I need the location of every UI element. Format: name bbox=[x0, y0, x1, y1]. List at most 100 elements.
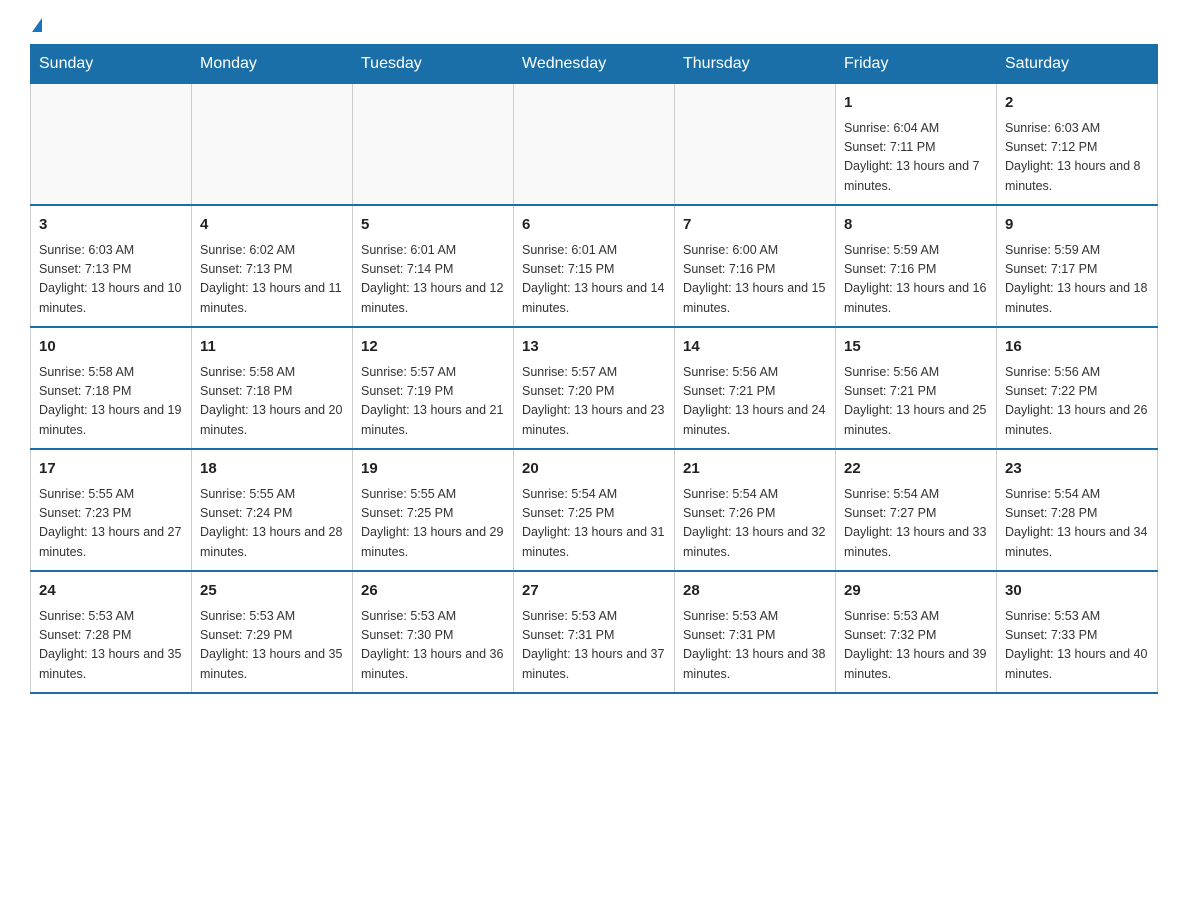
day-number: 7 bbox=[683, 214, 827, 237]
day-info: Sunrise: 5:57 AMSunset: 7:20 PMDaylight:… bbox=[522, 363, 666, 441]
header-thursday: Thursday bbox=[675, 45, 836, 84]
calendar-cell: 28 Sunrise: 5:53 AMSunset: 7:31 PMDayligh… bbox=[675, 571, 836, 693]
day-number: 22 bbox=[844, 458, 988, 481]
day-info: Sunrise: 5:55 AMSunset: 7:25 PMDaylight:… bbox=[361, 485, 505, 563]
day-info: Sunrise: 5:59 AMSunset: 7:16 PMDaylight:… bbox=[844, 241, 988, 319]
calendar-cell: 2 Sunrise: 6:03 AMSunset: 7:12 PMDaylight… bbox=[997, 84, 1158, 206]
day-number: 9 bbox=[1005, 214, 1149, 237]
day-info: Sunrise: 5:56 AMSunset: 7:21 PMDaylight:… bbox=[683, 363, 827, 441]
header-tuesday: Tuesday bbox=[353, 45, 514, 84]
calendar-cell: 21Sunrise: 5:54 AMSunset: 7:26 PMDayligh… bbox=[675, 449, 836, 571]
calendar-cell: 27 Sunrise: 5:53 AMSunset: 7:31 PMDayligh… bbox=[514, 571, 675, 693]
logo-triangle-icon bbox=[32, 18, 42, 32]
day-number: 25 bbox=[200, 580, 344, 603]
calendar-cell bbox=[514, 84, 675, 206]
calendar-cell: 5 Sunrise: 6:01 AMSunset: 7:14 PMDaylight… bbox=[353, 205, 514, 327]
calendar-cell bbox=[353, 84, 514, 206]
day-info: Sunrise: 6:04 AMSunset: 7:11 PMDaylight:… bbox=[844, 119, 988, 197]
calendar-table: Sunday Monday Tuesday Wednesday Thursday… bbox=[30, 44, 1158, 694]
day-number: 19 bbox=[361, 458, 505, 481]
day-number: 5 bbox=[361, 214, 505, 237]
day-info: Sunrise: 5:58 AMSunset: 7:18 PMDaylight:… bbox=[39, 363, 183, 441]
day-info: Sunrise: 6:03 AMSunset: 7:13 PMDaylight:… bbox=[39, 241, 183, 319]
day-info: Sunrise: 5:54 AMSunset: 7:26 PMDaylight:… bbox=[683, 485, 827, 563]
day-info: Sunrise: 5:56 AMSunset: 7:22 PMDaylight:… bbox=[1005, 363, 1149, 441]
calendar-cell: 30Sunrise: 5:53 AMSunset: 7:33 PMDayligh… bbox=[997, 571, 1158, 693]
day-info: Sunrise: 5:53 AMSunset: 7:30 PMDaylight:… bbox=[361, 607, 505, 685]
calendar-cell: 17 Sunrise: 5:55 AMSunset: 7:23 PMDayligh… bbox=[31, 449, 192, 571]
calendar-cell: 7 Sunrise: 6:00 AMSunset: 7:16 PMDaylight… bbox=[675, 205, 836, 327]
day-number: 6 bbox=[522, 214, 666, 237]
calendar-week-row: 17 Sunrise: 5:55 AMSunset: 7:23 PMDayligh… bbox=[31, 449, 1158, 571]
day-number: 1 bbox=[844, 92, 988, 115]
calendar-cell: 24 Sunrise: 5:53 AMSunset: 7:28 PMDayligh… bbox=[31, 571, 192, 693]
day-number: 14 bbox=[683, 336, 827, 359]
day-number: 2 bbox=[1005, 92, 1149, 115]
calendar-cell: 23 Sunrise: 5:54 AMSunset: 7:28 PMDayligh… bbox=[997, 449, 1158, 571]
calendar-cell bbox=[31, 84, 192, 206]
calendar-cell: 6 Sunrise: 6:01 AMSunset: 7:15 PMDaylight… bbox=[514, 205, 675, 327]
day-number: 11 bbox=[200, 336, 344, 359]
day-number: 24 bbox=[39, 580, 183, 603]
calendar-cell: 13 Sunrise: 5:57 AMSunset: 7:20 PMDayligh… bbox=[514, 327, 675, 449]
day-number: 30 bbox=[1005, 580, 1149, 603]
header-saturday: Saturday bbox=[997, 45, 1158, 84]
day-number: 15 bbox=[844, 336, 988, 359]
calendar-week-row: 10 Sunrise: 5:58 AMSunset: 7:18 PMDayligh… bbox=[31, 327, 1158, 449]
day-info: Sunrise: 5:53 AMSunset: 7:29 PMDaylight:… bbox=[200, 607, 344, 685]
calendar-cell: 12Sunrise: 5:57 AMSunset: 7:19 PMDayligh… bbox=[353, 327, 514, 449]
weekday-header-row: Sunday Monday Tuesday Wednesday Thursday… bbox=[31, 45, 1158, 84]
day-number: 18 bbox=[200, 458, 344, 481]
logo bbox=[30, 20, 42, 34]
page-header bbox=[30, 20, 1158, 34]
day-info: Sunrise: 5:59 AMSunset: 7:17 PMDaylight:… bbox=[1005, 241, 1149, 319]
day-info: Sunrise: 5:53 AMSunset: 7:31 PMDaylight:… bbox=[683, 607, 827, 685]
day-number: 10 bbox=[39, 336, 183, 359]
day-info: Sunrise: 6:03 AMSunset: 7:12 PMDaylight:… bbox=[1005, 119, 1149, 197]
calendar-cell bbox=[192, 84, 353, 206]
day-info: Sunrise: 5:54 AMSunset: 7:25 PMDaylight:… bbox=[522, 485, 666, 563]
day-number: 20 bbox=[522, 458, 666, 481]
day-number: 23 bbox=[1005, 458, 1149, 481]
calendar-cell bbox=[675, 84, 836, 206]
day-info: Sunrise: 5:58 AMSunset: 7:18 PMDaylight:… bbox=[200, 363, 344, 441]
day-number: 29 bbox=[844, 580, 988, 603]
calendar-cell: 8Sunrise: 5:59 AMSunset: 7:16 PMDaylight… bbox=[836, 205, 997, 327]
day-number: 16 bbox=[1005, 336, 1149, 359]
day-number: 4 bbox=[200, 214, 344, 237]
day-info: Sunrise: 5:53 AMSunset: 7:28 PMDaylight:… bbox=[39, 607, 183, 685]
day-number: 3 bbox=[39, 214, 183, 237]
day-info: Sunrise: 5:54 AMSunset: 7:28 PMDaylight:… bbox=[1005, 485, 1149, 563]
day-info: Sunrise: 6:00 AMSunset: 7:16 PMDaylight:… bbox=[683, 241, 827, 319]
day-number: 12 bbox=[361, 336, 505, 359]
header-monday: Monday bbox=[192, 45, 353, 84]
day-info: Sunrise: 5:54 AMSunset: 7:27 PMDaylight:… bbox=[844, 485, 988, 563]
day-number: 13 bbox=[522, 336, 666, 359]
calendar-cell: 26 Sunrise: 5:53 AMSunset: 7:30 PMDayligh… bbox=[353, 571, 514, 693]
day-number: 27 bbox=[522, 580, 666, 603]
day-info: Sunrise: 5:53 AMSunset: 7:31 PMDaylight:… bbox=[522, 607, 666, 685]
calendar-cell: 22 Sunrise: 5:54 AMSunset: 7:27 PMDayligh… bbox=[836, 449, 997, 571]
calendar-cell: 9 Sunrise: 5:59 AMSunset: 7:17 PMDaylight… bbox=[997, 205, 1158, 327]
calendar-week-row: 3 Sunrise: 6:03 AMSunset: 7:13 PMDaylight… bbox=[31, 205, 1158, 327]
calendar-cell: 18 Sunrise: 5:55 AMSunset: 7:24 PMDayligh… bbox=[192, 449, 353, 571]
calendar-cell: 14 Sunrise: 5:56 AMSunset: 7:21 PMDayligh… bbox=[675, 327, 836, 449]
calendar-cell: 4Sunrise: 6:02 AMSunset: 7:13 PMDaylight… bbox=[192, 205, 353, 327]
header-friday: Friday bbox=[836, 45, 997, 84]
calendar-cell: 1 Sunrise: 6:04 AMSunset: 7:11 PMDaylight… bbox=[836, 84, 997, 206]
calendar-cell: 25 Sunrise: 5:53 AMSunset: 7:29 PMDayligh… bbox=[192, 571, 353, 693]
day-number: 17 bbox=[39, 458, 183, 481]
day-info: Sunrise: 5:56 AMSunset: 7:21 PMDaylight:… bbox=[844, 363, 988, 441]
calendar-cell: 15 Sunrise: 5:56 AMSunset: 7:21 PMDayligh… bbox=[836, 327, 997, 449]
calendar-cell: 19 Sunrise: 5:55 AMSunset: 7:25 PMDayligh… bbox=[353, 449, 514, 571]
calendar-week-row: 24 Sunrise: 5:53 AMSunset: 7:28 PMDayligh… bbox=[31, 571, 1158, 693]
day-info: Sunrise: 6:01 AMSunset: 7:14 PMDaylight:… bbox=[361, 241, 505, 319]
calendar-cell: 3 Sunrise: 6:03 AMSunset: 7:13 PMDaylight… bbox=[31, 205, 192, 327]
day-number: 28 bbox=[683, 580, 827, 603]
day-info: Sunrise: 5:55 AMSunset: 7:23 PMDaylight:… bbox=[39, 485, 183, 563]
header-sunday: Sunday bbox=[31, 45, 192, 84]
day-info: Sunrise: 5:55 AMSunset: 7:24 PMDaylight:… bbox=[200, 485, 344, 563]
day-info: Sunrise: 6:01 AMSunset: 7:15 PMDaylight:… bbox=[522, 241, 666, 319]
calendar-cell: 10 Sunrise: 5:58 AMSunset: 7:18 PMDayligh… bbox=[31, 327, 192, 449]
day-number: 26 bbox=[361, 580, 505, 603]
